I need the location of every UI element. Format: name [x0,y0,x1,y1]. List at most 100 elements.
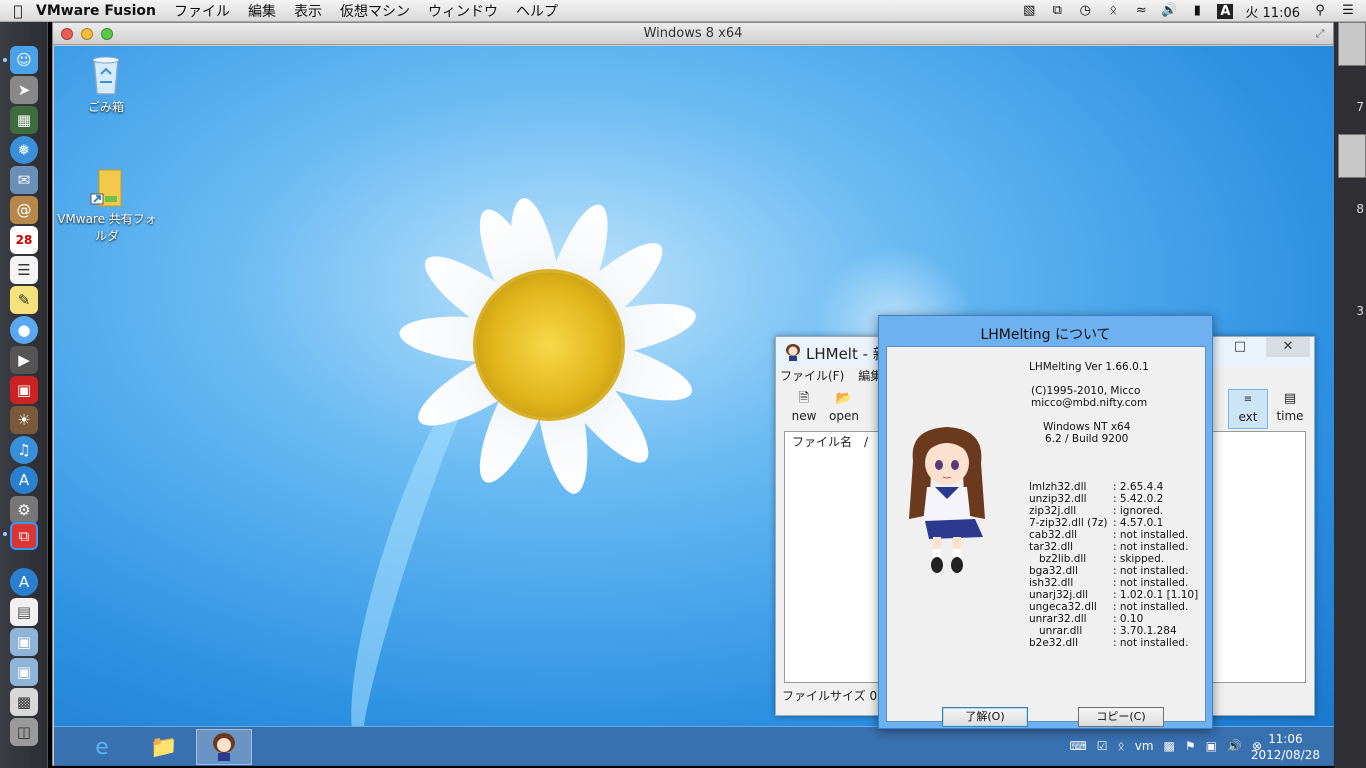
copy-button[interactable]: コピー(C) [1078,707,1164,727]
photo-booth-icon[interactable]: ▣ [10,376,38,404]
shield-icon[interactable]: ▧ [1021,4,1037,18]
dll-name: bga32.dll [1029,565,1078,577]
shield-check-icon[interactable]: ☑ [1097,739,1108,753]
dll-version: : ignored. [1113,505,1164,517]
mascot-girl-image [909,427,985,573]
background-window [1338,22,1366,66]
dll-version: : skipped. [1113,553,1165,565]
notification-center-icon[interactable]: ☰ [1340,4,1356,18]
facetime-icon[interactable]: ▶ [10,346,38,374]
system-preferences-icon[interactable]: ⚙ [10,496,38,524]
menu-vm[interactable]: 仮想マシン [340,1,410,21]
finder-icon[interactable]: ☺ [10,46,38,74]
column-header-filename[interactable]: ファイル名 / [792,433,868,450]
file-explorer-icon[interactable]: 📁 [136,729,192,765]
lhmelt-taskbar-button[interactable] [196,729,252,765]
dll-version: : 2.65.4.4 [1113,481,1164,493]
email-text: micco@mbd.nifty.com [1031,397,1148,409]
status-bar: ファイルサイズ 0 (0 [782,689,894,703]
vmware-status-icon[interactable]: ⧉ [1049,4,1065,18]
input-source-indicator[interactable]: A [1217,3,1234,19]
folder-icon[interactable]: ▣ [10,628,38,656]
taskbar-clock[interactable]: 11:06 2012/08/28 [1251,731,1320,763]
edge-label: 8 [1356,202,1364,216]
volume-icon[interactable]: 🔊 [1161,4,1177,18]
about-dialog: LHMelting について LHMelting Ver 1.66.0.1 (C… [878,315,1213,729]
time-sort-button[interactable]: ▤ time [1270,389,1310,429]
ext-label: ext [1238,410,1258,424]
maximize-button[interactable]: □ [1218,337,1262,357]
vmware-window: Windows 8 x64 ⤢ ごみ箱 VMware 共有フォルダ e 📁 ⌨ … [52,22,1334,766]
time-machine-icon[interactable]: ◷ [1077,4,1093,18]
dll-version: : not installed. [1113,637,1189,649]
bluetooth-icon[interactable]: ᛟ [1118,739,1125,753]
menubar-clock[interactable]: 火 11:06 [1245,2,1300,21]
dll-version: : 0.10 [1113,613,1144,625]
internet-explorer-icon[interactable]: e [74,729,130,765]
wifi-icon[interactable]: ≈ [1133,4,1149,18]
app-store-icon[interactable]: A [10,466,38,494]
menu-help[interactable]: ヘルプ [516,1,558,21]
vmware-fusion-icon[interactable]: ⧉ [10,522,38,550]
document-icon[interactable]: ▤ [10,598,38,626]
shared-folder-label: VMware 共有フォルダ [57,212,157,243]
new-button[interactable]: 🗎 new [784,389,824,429]
lhmelt-girl-icon [213,733,235,761]
mac-menubar:  VMware Fusion ファイル 編集 表示 仮想マシン ウィンドウ ヘ… [0,0,1366,22]
open-folder-icon: 📂 [835,391,853,406]
speaker-icon[interactable]: 🔊 [1227,739,1242,753]
app-store-2-icon[interactable]: A [10,568,38,596]
monitor-icon[interactable]: ▣ [1206,739,1217,753]
dll-name: ish32.dll [1029,577,1074,589]
apple-menu-icon[interactable]:  [0,2,36,20]
preview-icon[interactable]: ▩ [10,688,38,716]
dll-version: : 5.42.0.2 [1113,493,1164,505]
new-label: new [791,409,817,423]
calendar-icon[interactable]: 28 [10,226,38,254]
battery-icon[interactable]: ▮ [1189,4,1205,18]
folder-2-icon[interactable]: ▣ [10,658,38,686]
dll-version: : not installed. [1113,541,1189,553]
dll-version: : 1.02.0.1 [1.10] [1113,589,1199,601]
spotlight-icon[interactable]: ⚲ [1312,4,1328,18]
contacts-icon[interactable]: @ [10,196,38,224]
windows-taskbar: e 📁 ⌨ ☑ ᛟ vm ▩ ⚑ ▣ 🔊 ⊗ 11:06 2012/08/28 [54,726,1334,766]
notes-icon[interactable]: ✎ [10,286,38,314]
mail-icon[interactable]: ✉ [10,166,38,194]
ext-sort-button[interactable]: ≡ ext [1228,389,1268,429]
menu-view[interactable]: 表示 [294,1,322,21]
dll-version: : 3.70.1.284 [1113,625,1177,637]
vmware-window-title: Windows 8 x64 [643,26,743,41]
mac-desktop-edge: 7 8 3 [1334,22,1366,768]
dll-version: : not installed. [1113,529,1189,541]
reminders-icon[interactable]: ☰ [10,256,38,284]
safari-icon[interactable]: ❅ [10,136,38,164]
menu-file[interactable]: ファイル [174,1,230,21]
vmware-tools-icon[interactable]: vm [1135,739,1154,753]
open-button[interactable]: 📂 open [824,389,864,429]
iphoto-icon[interactable]: ☀ [10,406,38,434]
new-document-icon: 🗎 [798,391,810,406]
bluetooth-icon[interactable]: ᛟ [1105,4,1121,18]
clock-time: 11:06 [1268,732,1303,746]
vmware-shared-folder-shortcut[interactable]: VMware 共有フォルダ [54,164,160,244]
fullscreen-icon[interactable]: ⤢ [1313,27,1327,41]
app-menu[interactable]: VMware Fusion [36,3,156,19]
menu-file[interactable]: ファイル(F) [780,367,844,387]
dll-name: bz2lib.dll [1029,553,1087,565]
messages-icon[interactable]: ● [10,316,38,344]
dll-name: unrar32.dll [1029,613,1087,625]
network-icon[interactable]: ▩ [1164,739,1175,753]
keyboard-icon[interactable]: ⌨ [1069,739,1086,753]
trash-icon[interactable]: ◫ [10,718,38,746]
menu-window[interactable]: ウィンドウ [428,1,498,21]
ok-button[interactable]: 了解(O) [942,707,1028,727]
close-button[interactable]: ✕ [1266,337,1310,357]
launchpad-icon[interactable]: ➤ [10,76,38,104]
mission-control-icon[interactable]: ▦ [10,106,38,134]
itunes-icon[interactable]: ♫ [10,436,38,464]
flag-icon[interactable]: ⚑ [1185,739,1196,753]
recycle-bin-shortcut[interactable]: ごみ箱 [68,52,144,115]
menu-edit[interactable]: 編集 [248,1,276,21]
vmware-titlebar[interactable]: Windows 8 x64 ⤢ [53,23,1333,45]
